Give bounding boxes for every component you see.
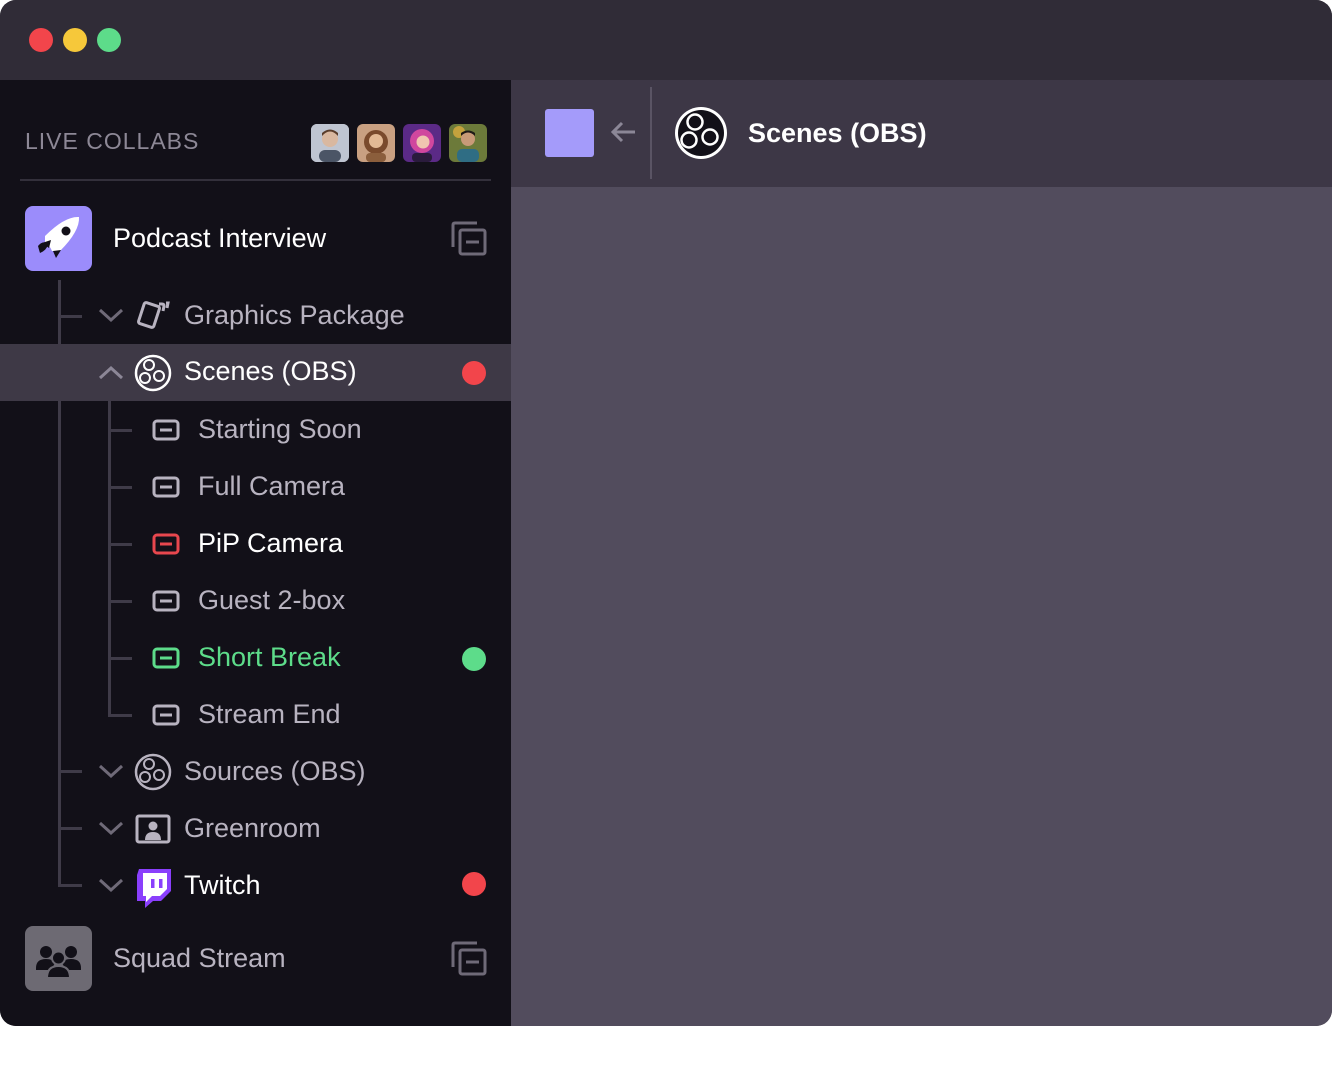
live-status-dot [462, 361, 486, 385]
close-window-button[interactable] [29, 28, 53, 52]
tree-branch [108, 543, 132, 546]
tree-branch [108, 657, 132, 660]
panel-title: Scenes (OBS) [748, 118, 927, 148]
scene-label: Full Camera [198, 471, 346, 501]
duplicate-project-button[interactable] [450, 221, 488, 262]
main-panel: Scenes (OBS) [511, 80, 1332, 1026]
chevron-down-icon[interactable] [98, 876, 124, 894]
color-swatch[interactable] [545, 109, 594, 157]
chevron-up-icon[interactable] [98, 364, 124, 382]
scene-label: Starting Soon [198, 414, 362, 444]
tree-branch [108, 429, 132, 432]
arrow-left-icon[interactable] [609, 120, 637, 144]
tree-branch [58, 884, 82, 887]
tree-branch [58, 770, 82, 773]
twitch-icon [137, 869, 171, 908]
tree-item-label: Twitch [184, 870, 261, 900]
copy-icon [451, 941, 487, 976]
collaborator-avatar[interactable] [311, 124, 349, 162]
project-title: Podcast Interview [113, 223, 327, 253]
scene-label: Stream End [198, 699, 341, 729]
obs-icon [134, 753, 172, 791]
sidebar: LIVE COLLABS Podcast Interview Graphics … [0, 80, 511, 1026]
tree-item-scenes-obs[interactable]: Scenes (OBS) [0, 344, 511, 401]
copy-icon [451, 221, 487, 256]
project-icon [25, 926, 92, 991]
tree-branch [108, 600, 132, 603]
scene-icon [152, 419, 180, 441]
cards-icon [137, 301, 170, 329]
chevron-down-icon[interactable] [98, 819, 124, 837]
tree-item-label: Greenroom [184, 813, 321, 843]
group-icon [36, 946, 81, 979]
tree-branch [58, 827, 82, 830]
tree-branch [58, 315, 82, 318]
collaborator-avatar[interactable] [357, 124, 395, 162]
preview-status-dot [462, 647, 486, 671]
scene-label: Guest 2-box [198, 585, 346, 615]
obs-icon [134, 354, 172, 392]
tree-item-label: Scenes (OBS) [184, 356, 357, 386]
collaborator-avatar[interactable] [449, 124, 487, 162]
maximize-window-button[interactable] [97, 28, 121, 52]
scene-icon [152, 533, 180, 555]
person-frame-icon [135, 814, 171, 844]
scene-icon [152, 647, 180, 669]
live-status-dot [462, 872, 486, 896]
scene-icon [152, 476, 180, 498]
panel-header: Scenes (OBS) [511, 80, 1332, 187]
tree-branch [108, 714, 132, 717]
tree-item-label: Graphics Package [184, 300, 405, 330]
chevron-down-icon[interactable] [98, 306, 124, 324]
scene-tree-line [108, 401, 111, 717]
project-title: Squad Stream [113, 943, 286, 973]
scene-label: PiP Camera [198, 528, 344, 558]
header-divider [650, 87, 652, 179]
chevron-down-icon[interactable] [98, 762, 124, 780]
tree-item-label: Sources (OBS) [184, 756, 366, 786]
scene-label: Short Break [198, 642, 341, 672]
project-icon [25, 206, 92, 271]
duplicate-project-button[interactable] [450, 941, 488, 982]
section-label: LIVE COLLABS [25, 128, 200, 154]
scene-icon [152, 704, 180, 726]
avatar-1-icon [311, 124, 349, 162]
collaborator-avatar[interactable] [403, 124, 441, 162]
avatar-4-icon [449, 124, 487, 162]
avatar-2-icon [357, 124, 395, 162]
app-window: LIVE COLLABS Podcast Interview Graphics … [0, 0, 1332, 1026]
minimize-window-button[interactable] [63, 28, 87, 52]
title-bar [0, 0, 1332, 80]
section-divider [20, 179, 491, 181]
scene-icon [152, 590, 180, 612]
avatar-3-icon [403, 124, 441, 162]
obs-icon [675, 107, 727, 159]
rocket-icon [38, 216, 80, 258]
tree-branch [108, 486, 132, 489]
